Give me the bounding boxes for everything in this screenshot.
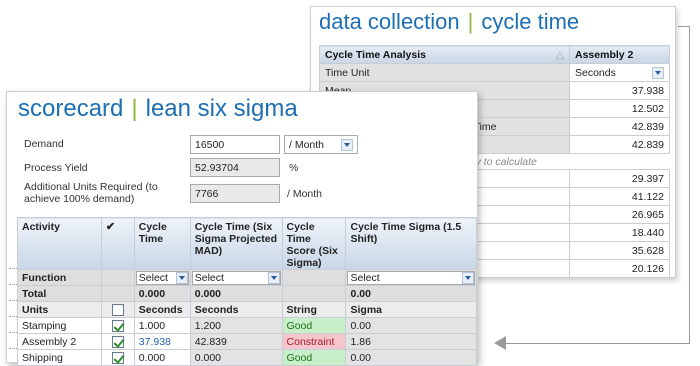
sigma-value: 0.00 [345,349,477,366]
process-yield-unit: % [289,162,299,174]
observation-value[interactable]: 41.122 [569,187,670,206]
units-cycle: Seconds [133,301,191,318]
scorecard-table: Activity ✔ Cycle Time Cycle Time (Six Si… [17,217,477,366]
activity-name: Assembly 2 [17,333,102,350]
cycle-time-value[interactable]: 0.000 [133,349,191,366]
function-select-sigma[interactable]: Select [345,269,477,286]
table-row[interactable]: Assembly 2 37.938 42.839 Constraint 1.86 [17,333,477,350]
activity-header: Activity [17,217,102,270]
scorecard-title: scorecard | lean six sigma [18,95,298,122]
row-value: 42.839 [569,117,670,136]
demand-input[interactable]: 16500 [190,135,280,154]
process-yield-value: 52.93704 [190,158,280,177]
total-cycle: 0.000 [133,285,191,302]
time-unit-label: Time Unit [319,63,570,82]
table-row[interactable]: Stamping 1.000 1.200 Good 0.00 [17,317,477,334]
cycle-time-header: Cycle Time [133,217,191,270]
cycle-time-sigma-header: Cycle Time Sigma (1.5 Shift) [345,217,477,270]
score-badge: Good [281,317,347,334]
chevron-down-icon[interactable] [267,271,280,284]
observation-value[interactable]: 29.397 [569,169,670,188]
mean-value: 37.938 [569,81,670,100]
observation-value[interactable]: 35.628 [569,241,670,260]
chevron-down-icon[interactable] [652,66,664,79]
units-score: String [281,301,347,318]
total-row: Total 0.000 0.000 0.00 [17,285,477,302]
observation-value[interactable]: 20.126 [569,259,670,278]
units-row: Units Seconds Seconds String Sigma [17,301,477,318]
connector-line-vertical [689,26,690,344]
activity-name: Shipping [17,349,102,366]
cycle-time-link[interactable]: 37.938 [133,333,191,350]
cycle-time-score-header: Cycle Time Score (Six Sigma) [281,217,347,270]
mad-value: 0.000 [189,349,283,366]
score-badge: Good [281,349,347,366]
demand-label: Demand [24,138,64,150]
function-select-cycle[interactable]: Select [133,269,191,286]
mad-value: 1.200 [189,317,283,334]
total-mad: 0.000 [189,285,283,302]
function-row: Function Select Select Select [17,269,477,286]
tree-connector [9,284,17,285]
row-value: 12.502 [569,99,670,118]
chevron-down-icon[interactable] [462,271,474,284]
units-label: Units [17,301,102,318]
checkmark-icon: ✔ [105,221,116,233]
assembly-2-header: Assembly 2 [569,45,670,64]
total-label: Total [17,285,102,302]
time-unit-select[interactable]: Seconds [569,63,670,82]
score-badge: Constraint [281,333,347,350]
connector-arrow-icon [494,336,506,350]
demand-unit-select[interactable]: / Month [284,135,358,154]
additional-units-value: 7766 [190,184,280,203]
function-select-mad[interactable]: Select [189,269,283,286]
select-all-checkbox[interactable] [111,303,124,316]
sigma-value: 0.00 [345,317,477,334]
sigma-value: 1.86 [345,333,477,350]
cycle-time-analysis-header: Cycle Time Analysis △ [319,45,570,64]
check-column-header: ✔ [100,217,135,270]
units-mad: Seconds [189,301,283,318]
sort-triangle-icon[interactable]: △ [556,49,564,61]
function-label: Function [17,269,102,286]
row-checkbox[interactable] [111,335,124,348]
tree-connector [9,316,17,317]
table-row[interactable]: Shipping 0.000 0.000 Good 0.00 [17,349,477,366]
additional-units-unit: / Month [287,188,323,200]
tree-connector [9,300,17,301]
scorecard-panel: scorecard | lean six sigma Demand 16500 / … [6,91,478,366]
additional-units-label: Additional Units Required (to achieve 10… [24,181,158,205]
process-yield-label: Process Yield [24,162,88,174]
chevron-down-icon[interactable] [341,138,353,151]
observation-value[interactable]: 26.965 [569,205,670,224]
chevron-down-icon[interactable] [175,271,188,284]
row-value: 42.839 [569,135,670,154]
observation-value[interactable]: 18.440 [569,223,670,242]
total-sigma: 0.00 [345,285,477,302]
data-collection-title: data collection | cycle time [319,9,580,34]
tree-connector [9,332,17,333]
row-checkbox[interactable] [111,351,124,364]
units-sigma: Sigma [345,301,477,318]
row-checkbox[interactable] [111,319,124,332]
six-sigma-mad-header: Cycle Time (Six Sigma Projected MAD) [189,217,283,270]
connector-line-bottom [505,343,690,344]
tree-connector [9,268,17,269]
tree-connector [9,348,17,349]
mad-value: 42.839 [189,333,283,350]
activity-name: Stamping [17,317,102,334]
cycle-time-value[interactable]: 1.000 [133,317,191,334]
